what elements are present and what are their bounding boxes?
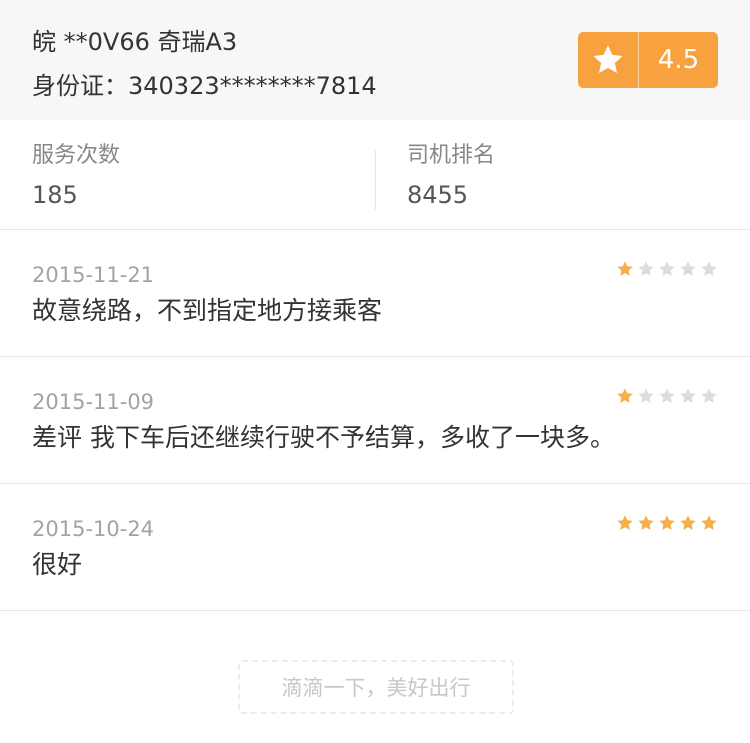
- star-empty-icon: [680, 261, 696, 276]
- service-count-stat: 服务次数 185: [0, 120, 375, 229]
- review-text: 很好: [32, 550, 83, 579]
- star-icon: [578, 32, 638, 88]
- rating-badge: 4.5: [578, 32, 718, 88]
- star-empty-icon: [680, 388, 696, 403]
- star-filled-icon: [617, 515, 633, 530]
- review-stars: [616, 387, 718, 405]
- star-empty-icon: [659, 261, 675, 276]
- service-count-label: 服务次数: [32, 143, 121, 168]
- driver-rank-label: 司机排名: [407, 143, 496, 168]
- review-item: 2015-10-24 很好: [0, 484, 750, 611]
- review-stars: [616, 514, 718, 532]
- star-filled-icon: [617, 261, 633, 276]
- driver-header: 皖 **0V66 奇瑞A3 身份证：340323********7814 4.5: [0, 0, 750, 120]
- star-empty-icon: [701, 261, 717, 276]
- review-item: 2015-11-21 故意绕路，不到指定地方接乘客: [0, 230, 750, 357]
- star-filled-icon: [680, 515, 696, 530]
- driver-rank-stat: 司机排名 8455: [375, 120, 750, 229]
- star-empty-icon: [659, 388, 675, 403]
- rating-value: 4.5: [657, 45, 700, 75]
- star-empty-icon: [638, 261, 654, 276]
- review-text: 差评 我下车后还继续行驶不予结算，多收了一块多。: [32, 423, 615, 452]
- review-item: 2015-11-09 差评 我下车后还继续行驶不予结算，多收了一块多。: [0, 357, 750, 484]
- review-text: 故意绕路，不到指定地方接乘客: [32, 296, 383, 325]
- star-empty-icon: [701, 388, 717, 403]
- star-filled-icon: [638, 515, 654, 530]
- driver-rank-value: 8455: [407, 181, 469, 209]
- star-filled-icon: [701, 515, 717, 530]
- driver-stats: 服务次数 185 司机排名 8455: [0, 120, 750, 230]
- brand-slogan: 滴滴一下，美好出行: [238, 660, 514, 714]
- driver-profile-page: 皖 **0V66 奇瑞A3 身份证：340323********7814 4.5…: [0, 0, 750, 743]
- star-filled-icon: [659, 515, 675, 530]
- star-empty-icon: [638, 388, 654, 403]
- review-stars: [616, 260, 718, 278]
- service-count-value: 185: [32, 181, 78, 209]
- star-filled-icon: [617, 388, 633, 403]
